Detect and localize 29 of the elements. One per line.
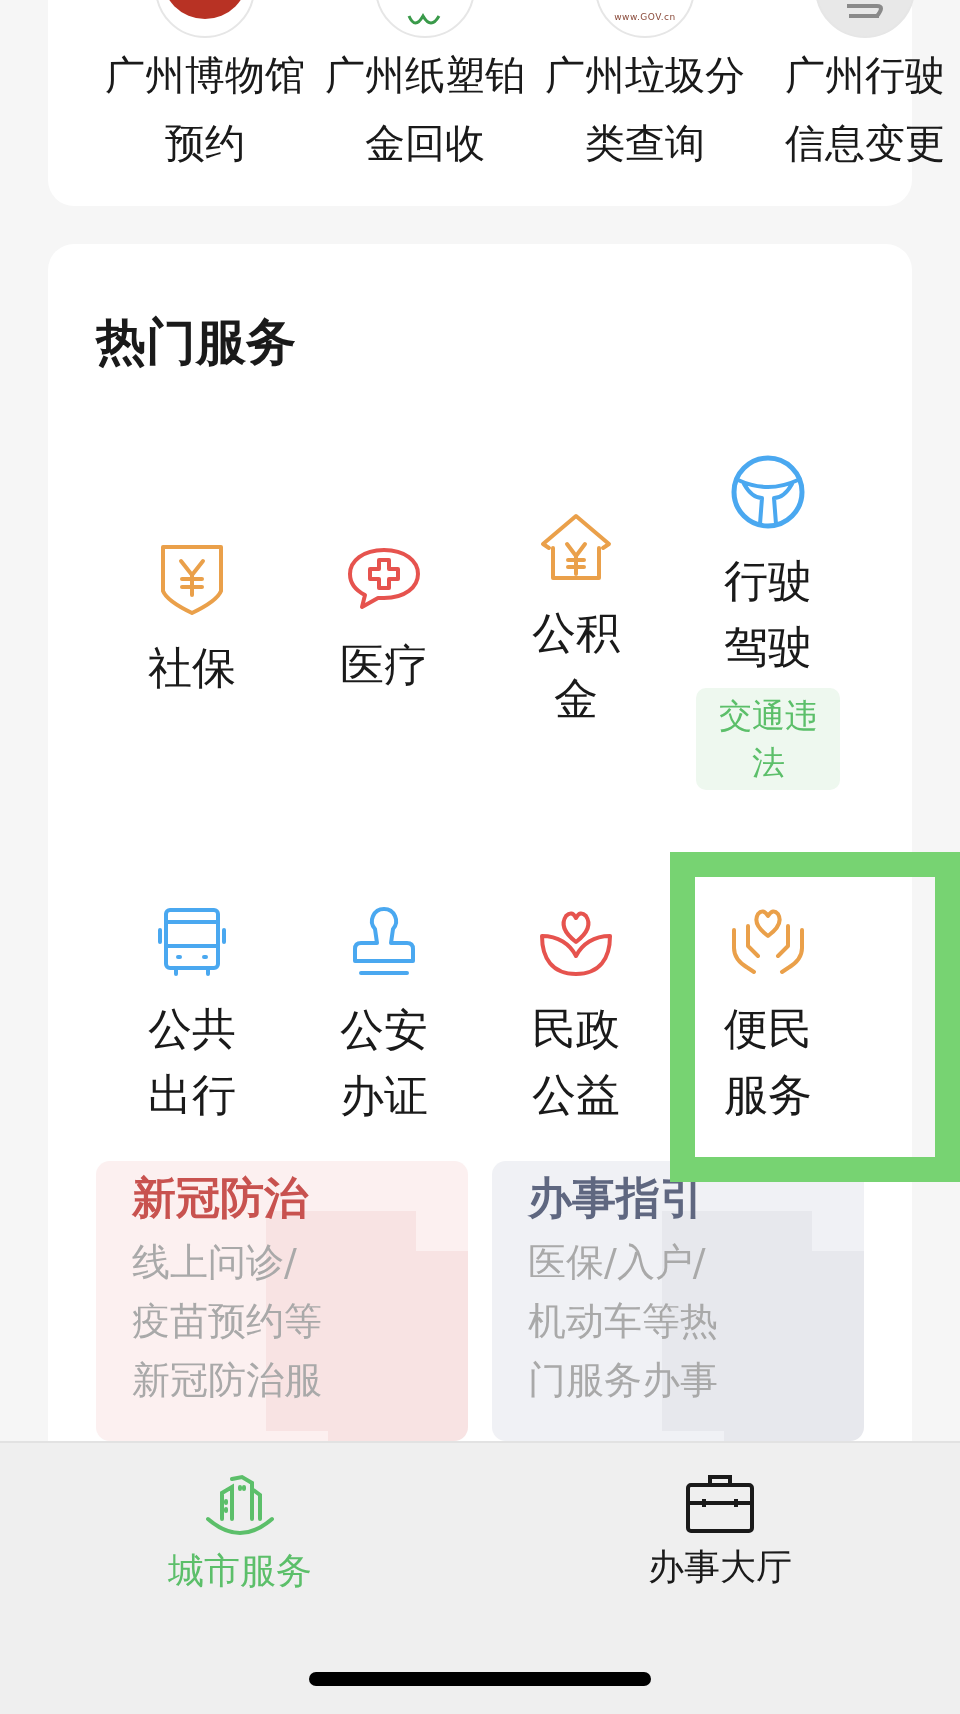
app-label[interactable]: 金回收 [365,112,485,174]
app-label[interactable]: 广州垃圾分 [545,44,745,106]
service-label[interactable]: 公共出行 [145,996,239,1128]
app-label[interactable]: 广州纸塑铂 [325,44,525,106]
service-label[interactable]: 公积金 [529,600,623,732]
tab-bar-item[interactable]: 办事大厅 [480,1443,960,1596]
app-label[interactable]: 广州行驶 [785,44,945,106]
promo-description: 医保/入户/ 机动车等热 门服务办事 [528,1239,719,1404]
service-label[interactable]: 社保 [145,635,239,701]
promo-description: 线上问诊/ 疫苗预约等 新冠防治服 [132,1239,323,1404]
app-label[interactable]: 广州博物馆 [105,44,305,106]
app-label[interactable]: 信息变更 [785,112,945,174]
promo-title: 新冠防治 [132,1171,310,1225]
service-label[interactable]: 医疗 [337,632,431,698]
promo-card[interactable]: 新冠防治 线上问诊/ 疫苗预约等 新冠防治服 [96,1161,468,1441]
app-label[interactable]: 类查询 [585,112,705,174]
shield-icon [159,543,225,617]
home-indicator[interactable] [309,1672,651,1686]
house-yen-icon [539,512,613,582]
service-label[interactable]: 行驶驾驶 [721,548,815,680]
app-label[interactable]: 预约 [165,112,245,174]
service-label[interactable]: 民政公益 [529,996,623,1128]
service-label[interactable]: 公安办证 [337,997,431,1129]
section-title: 热门服务 [96,312,297,372]
logo-icon: www.GOV.cn [595,0,695,38]
bus-icon [156,906,228,978]
briefcase-icon [684,1473,756,1535]
steering-wheel-icon [730,454,806,530]
service-label[interactable]: 便民服务 [721,996,815,1128]
